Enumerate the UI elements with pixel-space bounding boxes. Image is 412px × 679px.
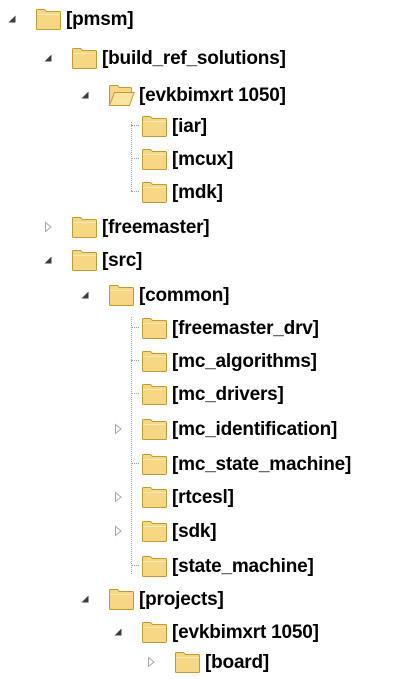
folder-icon [109,589,134,610]
folder-icon [109,285,134,306]
tree-connector [131,393,139,394]
tree-node-label: [mcux] [172,148,234,170]
tree-connector [131,565,139,566]
tree-connector [131,125,139,126]
expanded-triangle-icon[interactable] [111,625,125,639]
tree-node-evkbimxrt1050-ref[interactable]: [evkbimxrt 1050] [81,79,286,112]
tree-node-label: [pmsm] [66,8,134,30]
folder-icon [142,318,167,339]
collapsed-triangle-icon[interactable] [111,524,125,538]
collapsed-triangle-icon[interactable] [111,422,125,436]
expanded-triangle-icon[interactable] [78,288,92,302]
folder-icon [142,384,167,405]
tree-node-label: [freemaster] [102,216,210,238]
tree-node-label: [sdk] [172,520,217,542]
expanded-triangle-icon[interactable] [5,12,19,26]
tree-connector [131,317,132,574]
expanded-triangle-icon[interactable] [78,592,92,606]
tree-node-board[interactable]: [board] [148,646,270,679]
tree-connector [131,327,139,328]
tree-node-state-machine[interactable]: [state_machine] [141,550,314,583]
folder-icon [142,419,167,440]
tree-node-label: [rtcesl] [172,486,234,508]
tree-connector [131,360,139,361]
tree-node-label: [mc_identification] [172,418,338,440]
tree-node-mcux[interactable]: [mcux] [141,143,233,176]
tree-node-rtcesl[interactable]: [rtcesl] [115,481,234,514]
tree-node-projects[interactable]: [projects] [81,583,224,616]
tree-node-label: [mc_algorithms] [172,350,317,372]
collapsed-triangle-icon[interactable] [111,490,125,504]
tree-node-label: [common] [139,284,230,306]
folder-icon [36,9,61,30]
tree-node-common[interactable]: [common] [81,279,230,312]
tree-node-label: [evkbimxrt 1050] [139,84,286,106]
folder-icon [142,622,167,643]
tree-node-pmsm[interactable]: [pmsm] [8,3,134,36]
folder-icon [142,556,167,577]
tree-node-mc-state-machine[interactable]: [mc_state_machine] [141,448,351,481]
folder-icon [142,116,167,137]
tree-node-label: [build_ref_solutions] [102,47,286,69]
collapsed-triangle-icon[interactable] [144,655,158,669]
expanded-triangle-icon[interactable] [41,253,55,267]
tree-node-label: [mc_drivers] [172,383,284,405]
folder-icon [175,652,200,673]
folder-icon [72,48,97,69]
expanded-triangle-icon[interactable] [41,51,55,65]
tree-node-mdk[interactable]: [mdk] [141,176,223,209]
folder-tree: [pmsm] [build_ref_solutions] [evkbimxrt … [0,0,412,678]
tree-connector [131,158,139,159]
tree-node-label: [mc_state_machine] [172,453,352,475]
tree-connector [131,122,132,191]
tree-node-label: [mdk] [172,181,223,203]
tree-node-mc-drivers[interactable]: [mc_drivers] [141,378,284,411]
folder-icon [142,454,167,475]
tree-node-label: [state_machine] [172,555,314,577]
tree-node-label: [src] [102,249,143,271]
tree-node-build-ref-solutions[interactable]: [build_ref_solutions] [44,42,286,75]
tree-node-freemaster[interactable]: [freemaster] [45,211,210,244]
tree-node-label: [board] [205,651,270,673]
tree-node-label: [iar] [172,115,207,137]
folder-icon [142,351,167,372]
tree-node-label: [projects] [139,588,224,610]
tree-node-label: [freemaster_drv] [172,317,319,339]
expanded-triangle-icon[interactable] [78,88,92,102]
tree-connector [131,463,139,464]
tree-node-sdk[interactable]: [sdk] [115,515,217,548]
folder-icon [142,182,167,203]
open-folder-icon [108,85,135,106]
tree-node-src[interactable]: [src] [44,244,143,277]
tree-node-evkbimxrt1050-proj[interactable]: [evkbimxrt 1050] [114,616,319,649]
folder-icon [142,487,167,508]
tree-node-label: [evkbimxrt 1050] [172,621,319,643]
tree-node-mc-identification[interactable]: [mc_identification] [115,413,338,446]
tree-connector [131,191,139,192]
folder-icon [142,521,167,542]
tree-node-mc-algorithms[interactable]: [mc_algorithms] [141,345,317,378]
tree-node-freemaster-drv[interactable]: [freemaster_drv] [141,312,319,345]
tree-node-iar[interactable]: [iar] [141,110,207,143]
folder-icon [72,250,97,271]
folder-icon [72,217,97,238]
collapsed-triangle-icon[interactable] [41,220,55,234]
folder-icon [142,149,167,170]
